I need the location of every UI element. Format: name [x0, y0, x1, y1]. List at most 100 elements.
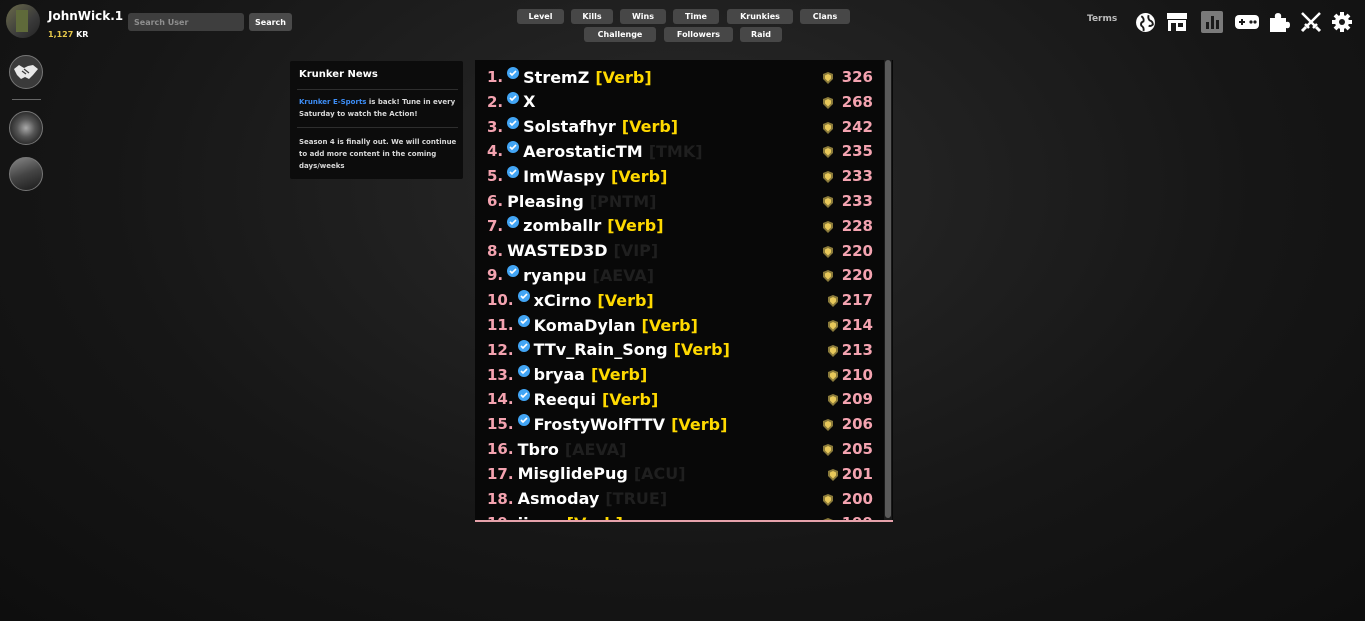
- leaderboard-row[interactable]: 17. MisglidePug [ACU]: [487, 462, 686, 486]
- player-score: 220: [841, 241, 873, 260]
- clan-tag[interactable]: [Verb]: [622, 117, 678, 136]
- tab-clans[interactable]: Clans: [800, 9, 850, 24]
- clan-tag[interactable]: [TMK]: [649, 142, 703, 161]
- leaderboard-row[interactable]: 12. TTv_Rain_Song [Verb]: [487, 338, 730, 362]
- clan-tag[interactable]: [ACU]: [634, 464, 686, 483]
- leaderboard-row[interactable]: 4. AerostaticTM [TMK]: [487, 139, 703, 163]
- player-name[interactable]: X: [523, 92, 535, 111]
- leaderboard-row[interactable]: 13. bryaa [Verb]: [487, 363, 647, 387]
- leaderboard-row[interactable]: 6. Pleasing [PNTM]: [487, 189, 656, 213]
- player-name[interactable]: Asmoday: [518, 489, 600, 508]
- clan-tag[interactable]: [Verb]: [611, 167, 667, 186]
- stats-icon[interactable]: [1201, 11, 1223, 33]
- player-score: 205: [841, 440, 873, 458]
- user-avatar[interactable]: [6, 4, 40, 38]
- player-name[interactable]: WASTED3D: [507, 241, 607, 260]
- terms-link[interactable]: Terms: [1087, 14, 1117, 24]
- leaderboard-row[interactable]: 15. FrostyWolfTTV [Verb]: [487, 412, 727, 436]
- player-score: 209: [841, 390, 873, 409]
- clan-tag[interactable]: [Verb]: [595, 68, 651, 87]
- leaderboard-row[interactable]: 14. Reequi [Verb]: [487, 387, 658, 411]
- player-name[interactable]: KomaDylan: [534, 316, 636, 335]
- leaderboard-row[interactable]: 5. ImWaspy [Verb]: [487, 164, 667, 188]
- globe-icon[interactable]: [1134, 11, 1156, 33]
- leaderboard-row[interactable]: 1. StremZ [Verb]: [487, 65, 652, 89]
- clan-tag[interactable]: [Verb]: [674, 340, 730, 359]
- friend-avatar[interactable]: [9, 157, 43, 191]
- rank-number: 12.: [487, 340, 514, 359]
- clan-tag[interactable]: [Verb]: [602, 390, 658, 409]
- clan-tag[interactable]: [AEVA]: [565, 440, 627, 459]
- swords-icon[interactable]: [1300, 11, 1322, 33]
- player-name[interactable]: ryanpu: [523, 266, 586, 285]
- clan-tag[interactable]: [Verb]: [597, 291, 653, 310]
- player-name[interactable]: AerostaticTM: [523, 142, 643, 161]
- player-name[interactable]: zomballr: [523, 216, 601, 235]
- tab-level[interactable]: Level: [517, 9, 564, 24]
- tab-followers[interactable]: Followers: [664, 27, 733, 42]
- kr-amount: 1,127: [48, 30, 74, 39]
- clan-tag[interactable]: [Verb]: [607, 216, 663, 235]
- news-divider: [297, 89, 458, 90]
- player-name[interactable]: FrostyWolfTTV: [534, 415, 665, 434]
- player-name[interactable]: Reequi: [534, 390, 596, 409]
- player-name[interactable]: TTv_Rain_Song: [534, 340, 668, 359]
- tab-kills[interactable]: Kills: [571, 9, 613, 24]
- player-score: 213: [841, 340, 873, 359]
- tab-wins[interactable]: Wins: [620, 9, 666, 24]
- clan-tag[interactable]: [Verb]: [642, 316, 698, 335]
- rank-number: 14.: [487, 390, 514, 409]
- search-button[interactable]: Search: [249, 13, 292, 31]
- leaderboard-row[interactable]: 11. KomaDylan [Verb]: [487, 313, 698, 337]
- gear-icon[interactable]: [1331, 11, 1353, 33]
- player-name[interactable]: StremZ: [523, 68, 589, 87]
- verified-icon: [517, 315, 530, 327]
- level-badge-icon: [823, 267, 833, 283]
- username[interactable]: JohnWick.1: [48, 9, 123, 23]
- side-divider: [12, 99, 41, 100]
- verified-icon: [507, 215, 520, 228]
- clan-tag[interactable]: [TRUE]: [605, 489, 667, 508]
- player-name[interactable]: MisglidePug: [518, 464, 628, 483]
- clan-tag[interactable]: [VIP]: [614, 241, 659, 260]
- player-name[interactable]: Tbro: [518, 440, 559, 459]
- level-badge-icon: [823, 193, 833, 208]
- clan-tag[interactable]: [PNTM]: [590, 192, 657, 211]
- verified-icon: [507, 141, 520, 154]
- leaderboard-row[interactable]: 18. Asmoday [TRUE]: [487, 487, 667, 511]
- leaderboard-row[interactable]: 7. zomballr [Verb]: [487, 214, 664, 238]
- clan-tag[interactable]: [AEVA]: [593, 266, 655, 285]
- store-icon[interactable]: [1166, 11, 1188, 33]
- handshake-icon[interactable]: [9, 55, 43, 89]
- leaderboard-row[interactable]: 8. WASTED3D [VIP]: [487, 239, 658, 263]
- player-name[interactable]: bryaa: [534, 365, 585, 384]
- player-name[interactable]: Solstafhyr: [523, 117, 616, 136]
- tab-krunkies[interactable]: Krunkies: [727, 9, 793, 24]
- clan-tag[interactable]: [Verb]: [671, 415, 727, 434]
- player-name[interactable]: jinzu: [518, 514, 561, 520]
- player-score: 214: [841, 316, 873, 334]
- leaderboard-row[interactable]: 10. xCirno [Verb]: [487, 288, 654, 312]
- leaderboard-scrollbar[interactable]: [885, 60, 891, 518]
- rank-number: 9.: [487, 266, 504, 285]
- leaderboard-row[interactable]: 16. Tbro [AEVA]: [487, 437, 626, 461]
- player-name[interactable]: xCirno: [534, 291, 592, 310]
- tab-raid[interactable]: Raid: [740, 27, 782, 42]
- leaderboard-row[interactable]: 9. ryanpu [AEVA]: [487, 263, 654, 287]
- esports-link[interactable]: Krunker E-Sports: [299, 98, 366, 106]
- friend-avatar[interactable]: [9, 111, 43, 145]
- verified-icon: [517, 339, 530, 352]
- player-name[interactable]: Pleasing: [507, 192, 584, 211]
- search-user-input[interactable]: [128, 13, 244, 31]
- player-name[interactable]: ImWaspy: [523, 167, 605, 186]
- clan-tag[interactable]: [Verb]: [567, 514, 623, 520]
- leaderboard-row[interactable]: 3. Solstafhyr [Verb]: [487, 115, 678, 139]
- leaderboard-row[interactable]: 2. X: [487, 90, 535, 114]
- player-score: 242: [841, 117, 873, 136]
- clan-tag[interactable]: [Verb]: [591, 365, 647, 384]
- tab-challenge[interactable]: Challenge: [584, 27, 656, 42]
- tab-time[interactable]: Time: [673, 9, 719, 24]
- puzzle-icon[interactable]: [1268, 11, 1290, 33]
- leaderboard-row[interactable]: 19. jinzu [Verb]: [487, 511, 623, 520]
- gamepad-icon[interactable]: [1233, 11, 1261, 33]
